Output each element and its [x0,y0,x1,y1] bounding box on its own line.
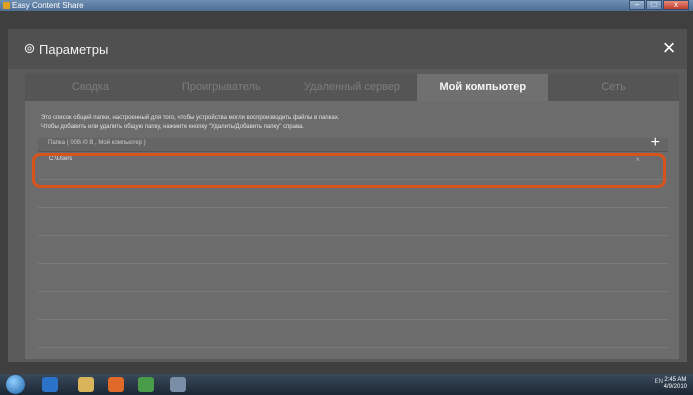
media-player-icon[interactable] [108,377,124,392]
taskbar: EN 2:45 AM 4/9/2010 [0,374,693,395]
settings-dialog: Параметры × Сводка Проигрыватель Удаленн… [8,29,687,376]
table-row [38,208,668,236]
shared-folder-list-header: Папка ( 00B /0 B , Мой компьютер ) + [38,135,668,152]
browser-icon[interactable] [42,377,58,392]
tab-my-computer[interactable]: Мой компьютер [417,74,549,101]
window-close-button[interactable]: x [663,0,689,10]
dialog-title: Параметры [39,42,109,57]
window-title: Easy Content Share [12,1,84,10]
description-line-2: Чтобы добавить или удалить общую папку, … [41,124,305,130]
settings-tabs: Сводка Проигрыватель Удаленный сервер Мо… [25,74,679,101]
clock-time: 2:45 AM [664,377,687,383]
app-icon [3,2,10,9]
dialog-header: Параметры × [8,29,687,69]
maximize-button[interactable]: □ [646,0,662,10]
highlight-outline [32,153,666,188]
table-row [38,236,668,264]
table-row [38,292,668,320]
minimize-button[interactable]: – [629,0,645,10]
add-folder-button[interactable]: + [651,135,660,151]
clock-date: 4/9/2010 [663,384,687,390]
app-taskbar-icon[interactable] [138,377,154,392]
table-row [38,348,668,376]
language-indicator[interactable]: EN [655,379,663,385]
table-row [38,264,668,292]
list-header-label: Папка ( 00B /0 B , Мой компьютер ) [48,140,146,146]
start-button[interactable] [6,375,25,394]
tab-network[interactable]: Сеть [548,74,679,101]
gear-icon [24,43,35,54]
tab-summary[interactable]: Сводка [25,74,156,101]
window-controls: – □ x [628,0,689,11]
window-titlebar: Easy Content Share – □ x [0,0,693,11]
table-row [38,320,668,348]
description-line-1: Это список общей папки, настроенный для … [41,115,340,121]
paint-icon[interactable] [170,377,186,392]
close-icon[interactable]: × [659,37,679,59]
description: Это список общей папки, настроенный для … [41,114,339,132]
folder-icon[interactable] [78,377,94,392]
tab-player[interactable]: Проигрыватель [155,74,287,101]
clock[interactable]: 2:45 AM 4/9/2010 [664,377,687,391]
tab-remote-server[interactable]: Удаленный сервер [286,74,418,101]
my-computer-panel: Это список общей папки, настроенный для … [25,101,679,376]
